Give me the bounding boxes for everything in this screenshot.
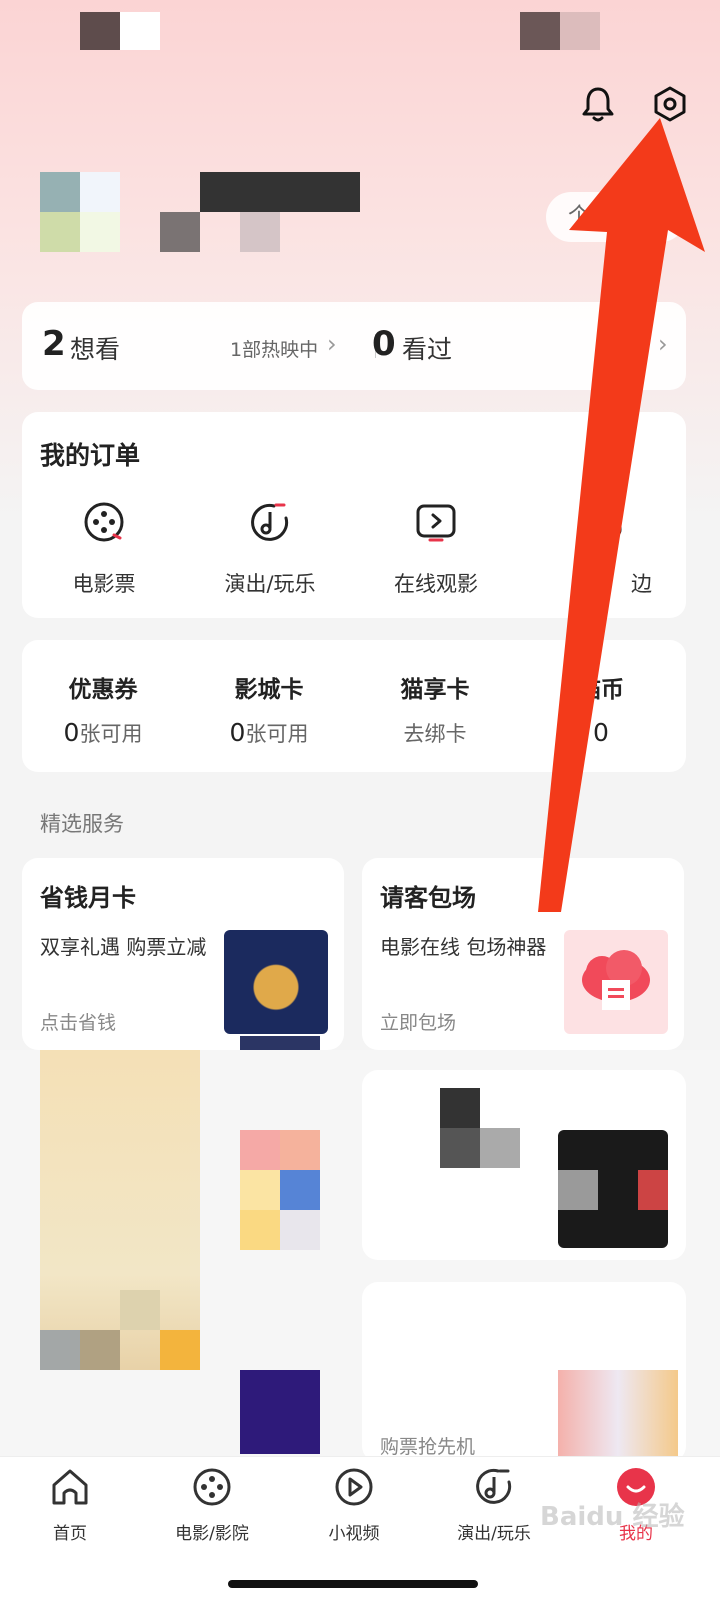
blurred-pixel bbox=[80, 1330, 120, 1370]
tab-home[interactable]: 首页 bbox=[10, 1465, 130, 1544]
blurred-pixel bbox=[638, 1170, 668, 1210]
blurred-pixel bbox=[120, 1290, 160, 1330]
tab-short-video[interactable]: 小视频 bbox=[294, 1465, 414, 1544]
play-circle-icon bbox=[335, 1468, 373, 1506]
arrow-shape bbox=[538, 118, 705, 912]
blurred-card[interactable]: 购票抢先机 bbox=[362, 1282, 686, 1462]
tab-movies[interactable]: 电影/影院 bbox=[152, 1465, 272, 1544]
tab-short-video-label: 小视频 bbox=[328, 1524, 380, 1544]
tab-shows[interactable]: 演出/玩乐 bbox=[434, 1465, 554, 1544]
blurred-pixel bbox=[240, 1036, 320, 1050]
service-monthly-cta[interactable]: 点击省钱 bbox=[40, 1008, 116, 1035]
film-reel-icon bbox=[193, 1468, 231, 1506]
home-icon bbox=[52, 1469, 88, 1505]
tab-movies-label: 电影/影院 bbox=[175, 1524, 249, 1544]
red-arrow-annotation bbox=[538, 118, 705, 912]
music-note-icon bbox=[476, 1468, 512, 1504]
blurred-pixel bbox=[240, 1210, 280, 1250]
tab-home-label: 首页 bbox=[53, 1524, 87, 1544]
blurred-pixel bbox=[280, 1130, 320, 1170]
blurred-pixel bbox=[440, 1088, 480, 1128]
blurred-pixel bbox=[240, 1370, 320, 1454]
service-private-cta[interactable]: 立即包场 bbox=[380, 1008, 456, 1035]
blurred-pixel bbox=[160, 1330, 200, 1370]
blurred-card-text: 购票抢先机 bbox=[380, 1436, 476, 1458]
blurred-pixel bbox=[240, 1130, 280, 1170]
blurred-image bbox=[558, 1370, 678, 1460]
blurred-pixel bbox=[480, 1128, 520, 1168]
watermark: Baidu 经验 bbox=[540, 1502, 685, 1532]
tab-shows-label: 演出/玩乐 bbox=[457, 1524, 531, 1544]
blurred-card[interactable] bbox=[362, 1070, 686, 1260]
blurred-pixel bbox=[440, 1128, 480, 1168]
blurred-pixel bbox=[280, 1210, 320, 1250]
blurred-pixel bbox=[240, 1170, 280, 1210]
blurred-pixel bbox=[40, 1330, 80, 1370]
home-indicator bbox=[228, 1580, 478, 1588]
blurred-pixel bbox=[280, 1170, 320, 1210]
blurred-pixel bbox=[558, 1170, 598, 1210]
